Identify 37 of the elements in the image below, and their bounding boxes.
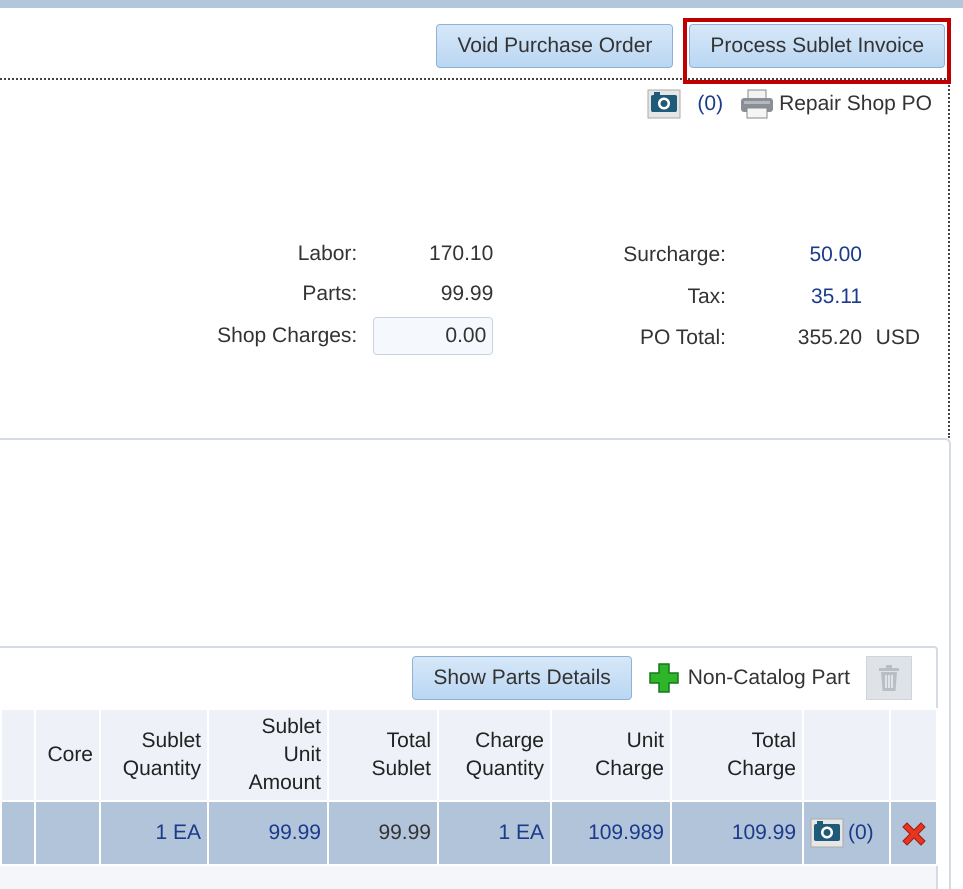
camera-icon[interactable] <box>810 818 844 848</box>
field-value: 170.10 <box>428 241 494 267</box>
field-label: PO Total: <box>639 325 726 352</box>
field-label: Tax: <box>686 284 726 310</box>
field-label: Shop Charges: <box>217 323 358 350</box>
column-header: Total Sublet <box>328 709 438 801</box>
camera-icon[interactable] <box>647 89 682 119</box>
action-button[interactable]: Void Purchase Order <box>436 24 674 68</box>
printer-icon[interactable] <box>739 88 776 120</box>
column-header: Charge Quantity <box>438 709 551 801</box>
shop-charges-field[interactable]: 0.00 <box>373 317 494 355</box>
table-cell[interactable]: 1 EA <box>438 801 551 865</box>
field-label: Parts: <box>301 280 358 306</box>
table-cell[interactable]: 1 EA <box>100 801 208 865</box>
field-value: 355.20 <box>796 325 862 352</box>
field-label: Surcharge: <box>623 242 726 268</box>
table-cell[interactable]: 109.99 <box>671 801 803 865</box>
column-header: Sublet Quantity <box>100 709 208 801</box>
currency-label: USD <box>874 325 920 352</box>
print-link[interactable]: Repair Shop PO <box>779 88 932 120</box>
show-parts-details-button[interactable]: Show Parts Details <box>412 656 632 700</box>
field-label: Labor: <box>296 241 358 267</box>
plus-icon[interactable] <box>648 662 680 694</box>
column-header: Core <box>35 709 100 801</box>
table-cell: 99.99 <box>328 801 438 865</box>
attachment-count-link[interactable]: (0) <box>697 88 724 120</box>
action-button[interactable]: Process Sublet Invoice <box>689 24 945 68</box>
value-link[interactable]: 35.11 <box>734 280 862 312</box>
column-header: Total Charge <box>671 709 803 801</box>
table-cell[interactable]: 109.989 <box>551 801 671 865</box>
column-header: Unit Charge <box>551 709 671 801</box>
column-header: Sublet Unit Amount <box>208 709 328 801</box>
non-catalog-part-link[interactable]: Non-Catalog Part <box>688 662 850 694</box>
value-link[interactable]: 50.00 <box>734 239 862 271</box>
attachment-count-link[interactable]: (0) <box>848 817 874 849</box>
field-value: 99.99 <box>440 280 494 306</box>
table-cell[interactable]: 99.99 <box>208 801 328 865</box>
